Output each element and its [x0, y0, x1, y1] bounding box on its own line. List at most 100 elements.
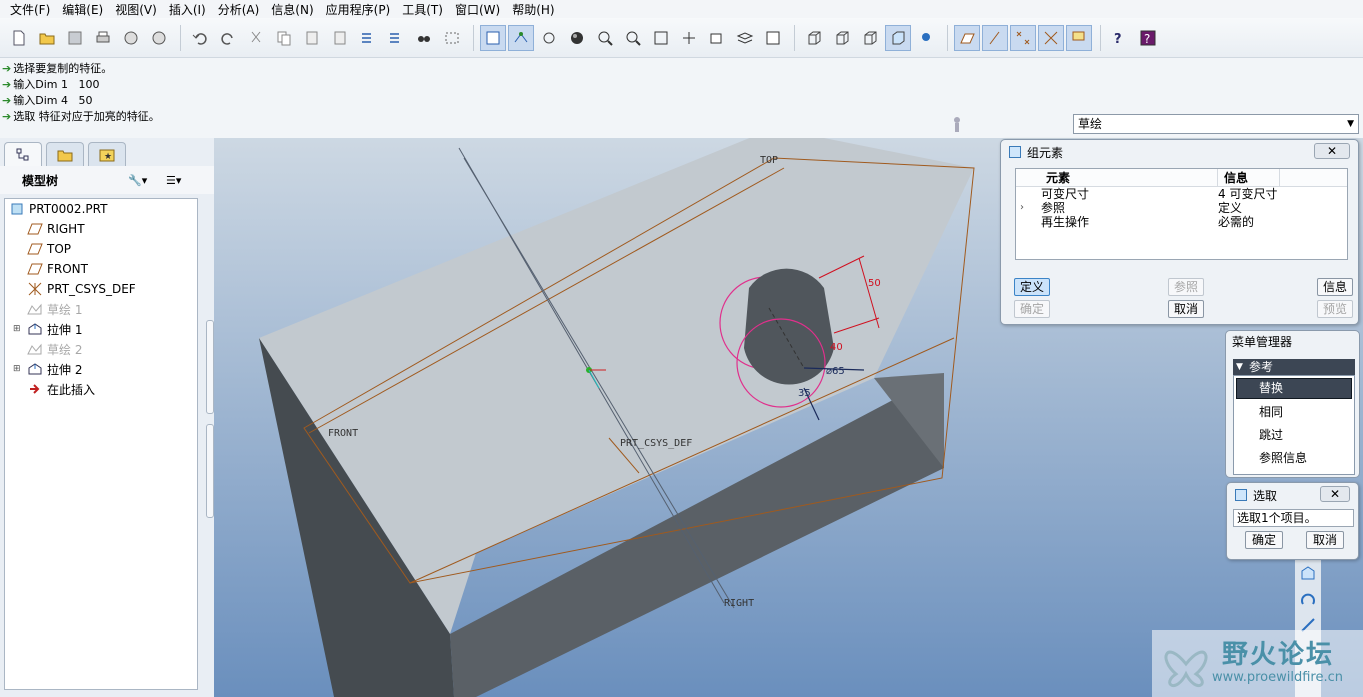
menu-section-header[interactable]: ▼ 参考	[1233, 359, 1355, 375]
menu-item-skip[interactable]: 跳过	[1234, 424, 1354, 447]
table-row[interactable]: 再生操作 必需的	[1016, 215, 1347, 229]
panel-resize-handle[interactable]	[206, 424, 214, 518]
no-hidden-icon[interactable]	[857, 25, 883, 51]
cut-icon[interactable]	[243, 25, 269, 51]
menu-help[interactable]: 帮助(H)	[506, 1, 560, 18]
select-ok-button[interactable]: 确定	[1245, 531, 1283, 549]
expand-icon[interactable]: ⊞	[13, 324, 21, 334]
save-icon[interactable]	[62, 25, 88, 51]
hidden-line-icon[interactable]	[829, 25, 855, 51]
dimension-35: 35	[798, 388, 811, 399]
tree-item-extrude2[interactable]: ⊞ 拉伸 2	[5, 359, 197, 379]
datum-planes-icon[interactable]	[954, 24, 980, 51]
expand-icon[interactable]: ⊞	[13, 364, 21, 374]
csys-icon	[27, 282, 43, 296]
panel-collapse-handle[interactable]	[206, 320, 214, 414]
menu-view[interactable]: 视图(V)	[109, 1, 163, 18]
select-cancel-button[interactable]: 取消	[1306, 531, 1344, 549]
paste-special-icon[interactable]	[327, 25, 353, 51]
tree-item-csys[interactable]: PRT_CSYS_DEF	[5, 279, 197, 299]
dialog-icon	[1235, 489, 1247, 501]
define-button[interactable]: 定义	[1014, 278, 1050, 296]
menu-window[interactable]: 窗口(W)	[449, 1, 506, 18]
shading-icon[interactable]	[885, 24, 911, 51]
menu-analysis[interactable]: 分析(A)	[212, 1, 266, 18]
zoom-out-icon[interactable]	[620, 25, 646, 51]
menu-item-same[interactable]: 相同	[1234, 401, 1354, 424]
datum-axes-icon[interactable]	[982, 24, 1008, 51]
folder-browser-tab-icon[interactable]	[46, 142, 84, 166]
annotation-display-icon[interactable]	[1066, 24, 1092, 51]
tree-item-top[interactable]: TOP	[5, 239, 197, 259]
chevron-right-icon[interactable]: ›	[1020, 201, 1024, 215]
view-manager-icon[interactable]	[760, 25, 786, 51]
reorient-icon[interactable]	[676, 25, 702, 51]
menu-manager-title: 菜单管理器	[1232, 335, 1293, 349]
menu-edit[interactable]: 编辑(E)	[56, 1, 109, 18]
main-toolbar: ? ?	[0, 18, 1363, 58]
close-icon[interactable]: ✕	[1314, 143, 1350, 159]
tree-item-insert-here[interactable]: 在此插入	[5, 379, 197, 399]
regenerate-icon[interactable]	[355, 25, 381, 51]
favorites-tab-icon[interactable]: ★	[88, 142, 126, 166]
tree-settings-icon[interactable]: 🔧▾	[128, 174, 147, 187]
info-button[interactable]: 信息	[1317, 278, 1353, 296]
appearance-sphere-icon[interactable]	[564, 25, 590, 51]
cancel-button[interactable]: 取消	[1168, 300, 1204, 318]
row-info: 必需的	[1218, 215, 1255, 229]
table-row[interactable]: › 参照 定义	[1016, 201, 1347, 215]
tree-item-front[interactable]: FRONT	[5, 259, 197, 279]
revolve-tool-icon[interactable]	[1295, 586, 1321, 612]
spin-center-icon[interactable]	[508, 24, 534, 51]
tree-item-sketch2[interactable]: 草绘 2	[5, 339, 197, 359]
menu-info[interactable]: 信息(N)	[265, 1, 319, 18]
help-book-icon[interactable]: ?	[1135, 25, 1161, 51]
saved-views-icon[interactable]	[704, 25, 730, 51]
layers-icon[interactable]	[732, 25, 758, 51]
selection-filter[interactable]: 草绘 ▼	[1073, 114, 1359, 134]
undo-icon[interactable]	[187, 25, 213, 51]
regen-manager-icon[interactable]	[383, 25, 409, 51]
print-icon[interactable]	[90, 25, 116, 51]
send-link-icon[interactable]	[146, 25, 172, 51]
new-file-icon[interactable]	[6, 25, 32, 51]
ok-button[interactable]: 确定	[1014, 300, 1050, 318]
menu-applications[interactable]: 应用程序(P)	[320, 1, 397, 18]
close-icon[interactable]: ✕	[1320, 486, 1350, 502]
redo-icon[interactable]	[215, 25, 241, 51]
open-folder-icon[interactable]	[34, 25, 60, 51]
enhanced-realism-icon[interactable]	[913, 25, 939, 51]
csys-display-icon[interactable]	[1038, 24, 1064, 51]
tree-item-right[interactable]: RIGHT	[5, 219, 197, 239]
tree-item-extrude1[interactable]: ⊞ 拉伸 1	[5, 319, 197, 339]
menu-tools[interactable]: 工具(T)	[396, 1, 449, 18]
menu-insert[interactable]: 插入(I)	[163, 1, 212, 18]
tree-item-sketch1[interactable]: 草绘 1	[5, 299, 197, 319]
toolbar-separator	[180, 24, 181, 51]
menu-file[interactable]: 文件(F)	[4, 1, 56, 18]
redraw-icon[interactable]	[480, 24, 506, 51]
datum-points-icon[interactable]	[1010, 24, 1036, 51]
column-header-element: 元素	[1016, 169, 1218, 186]
extrude-tool-icon[interactable]	[1295, 560, 1321, 586]
preview-button[interactable]: 预览	[1317, 300, 1353, 318]
zoom-in-icon[interactable]	[592, 25, 618, 51]
copy-icon[interactable]	[271, 25, 297, 51]
paste-icon[interactable]	[299, 25, 325, 51]
orient-mode-icon[interactable]	[536, 25, 562, 51]
find-icon[interactable]	[411, 25, 437, 51]
menu-item-ref-info[interactable]: 参照信息	[1234, 447, 1354, 470]
wireframe-icon[interactable]	[801, 25, 827, 51]
tree-item-label: RIGHT	[47, 222, 85, 236]
table-row[interactable]: 可变尺寸 4 可变尺寸	[1016, 187, 1347, 201]
tree-columns-icon[interactable]: ☰▾	[166, 174, 181, 187]
menu-item-replace[interactable]: 替换	[1236, 378, 1352, 399]
context-help-icon[interactable]: ?	[1107, 25, 1133, 51]
reference-button[interactable]: 参照	[1168, 278, 1204, 296]
select-box-icon[interactable]	[439, 25, 465, 51]
chevron-down-icon[interactable]: ▼	[1347, 115, 1354, 133]
tree-item-part[interactable]: PRT0002.PRT	[5, 199, 197, 219]
model-tree-tab-icon[interactable]	[4, 142, 42, 166]
refit-icon[interactable]	[648, 25, 674, 51]
send-mail-icon[interactable]	[118, 25, 144, 51]
